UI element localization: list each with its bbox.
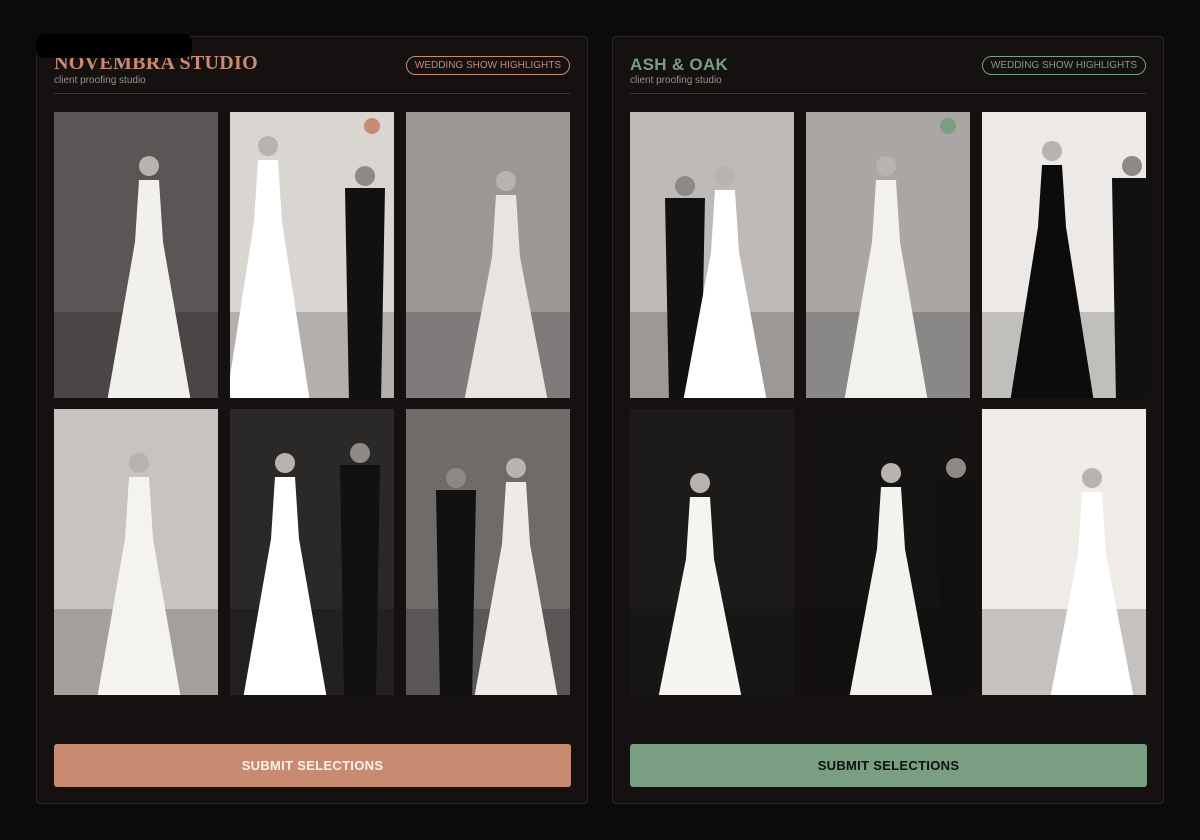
photo-tile-couple-in-car[interactable]	[630, 112, 794, 398]
photo-tile-couple-long-sleeve-gown[interactable]	[230, 409, 394, 695]
collection-badge[interactable]: WEDDING SHOW HIGHLIGHTS	[405, 56, 570, 75]
panel-header: ASH & OAK client proofing studio WEDDING…	[630, 37, 1146, 94]
selection-dot-icon[interactable]	[364, 118, 380, 134]
photo-image	[406, 112, 570, 398]
photo-tile-bride-bouquet-studio[interactable]	[982, 409, 1146, 695]
photo-tile-bride-ballgown-necklace[interactable]	[54, 409, 218, 695]
photo-tile-couple-vintage-car[interactable]	[230, 112, 394, 398]
photo-tile-couple-black-gown[interactable]	[982, 112, 1146, 398]
photo-image	[630, 409, 794, 695]
studio-name: ASH & OAK	[630, 55, 729, 74]
photo-image	[982, 409, 1146, 695]
studio-panel-novembra: NOVEMBRA STUDIO client proofing studio W…	[36, 36, 588, 804]
photo-image	[630, 112, 794, 398]
studio-subtitle: client proofing studio	[54, 75, 146, 86]
photo-image	[230, 112, 394, 398]
studio-subtitle: client proofing studio	[630, 75, 722, 86]
photo-tile-couple-street-car[interactable]	[406, 409, 570, 695]
redaction-bar	[36, 34, 192, 58]
photo-grid	[630, 112, 1148, 696]
photo-image	[806, 409, 970, 695]
photo-image	[806, 112, 970, 398]
collection-badge[interactable]: WEDDING SHOW HIGHLIGHTS	[981, 56, 1146, 75]
photo-grid	[54, 112, 572, 696]
photo-tile-bride-strapless-pose[interactable]	[406, 112, 570, 398]
photo-tile-bride-portrait-veil[interactable]	[54, 112, 218, 398]
submit-selections-button[interactable]: SUBMIT SELECTIONS	[630, 744, 1147, 787]
photo-image	[54, 409, 218, 695]
selection-dot-icon[interactable]	[940, 118, 956, 134]
photo-tile-couple-lace-gown[interactable]	[806, 409, 970, 695]
photo-image	[406, 409, 570, 695]
photo-tile-bride-long-veil[interactable]	[806, 112, 970, 398]
photo-image	[230, 409, 394, 695]
studio-panel-ash-oak: ASH & OAK client proofing studio WEDDING…	[612, 36, 1164, 804]
photo-image	[982, 112, 1146, 398]
photo-image	[54, 112, 218, 398]
submit-selections-button[interactable]: SUBMIT SELECTIONS	[54, 744, 571, 787]
photo-tile-bride-ruffled-gown[interactable]	[630, 409, 794, 695]
